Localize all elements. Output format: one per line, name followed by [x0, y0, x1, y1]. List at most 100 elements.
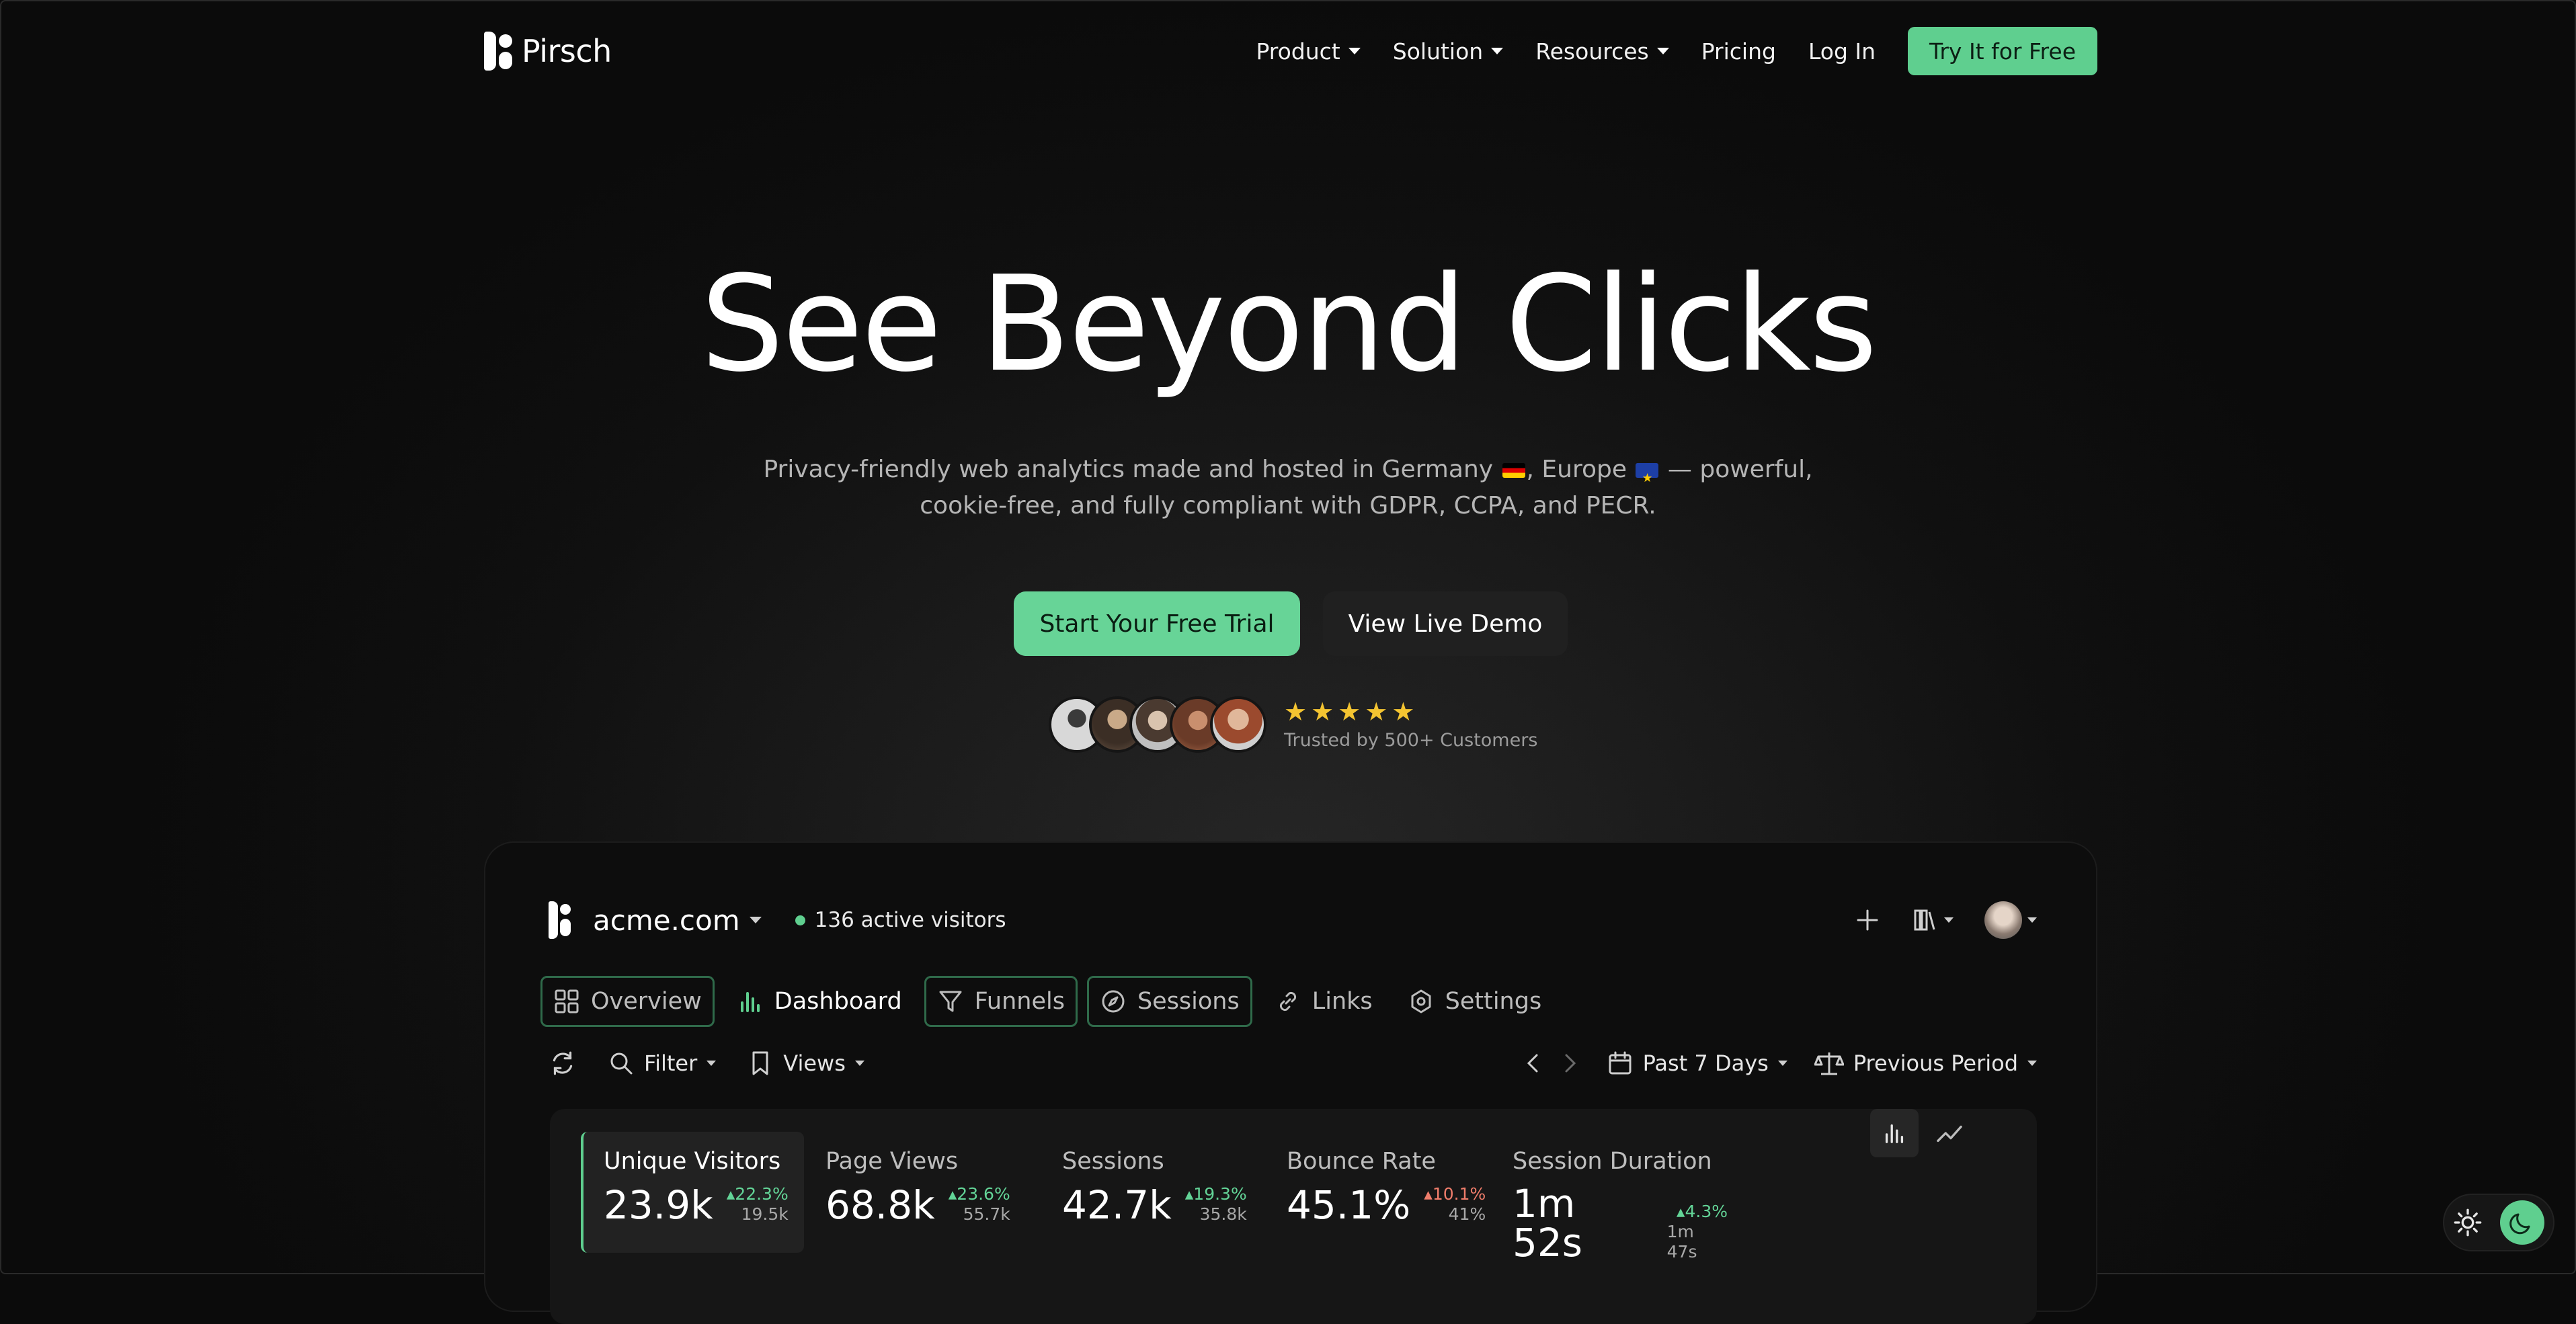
- subtitle-text-3: — powerful,: [1660, 456, 1813, 483]
- live-demo-button[interactable]: View Live Demo: [1323, 591, 1568, 656]
- star-icon: ★: [1365, 696, 1388, 727]
- nav-solution-label: Solution: [1392, 38, 1484, 65]
- next-period-arrow[interactable]: [1560, 1050, 1580, 1077]
- library-icon: [1914, 909, 1935, 931]
- nav-login[interactable]: Log In: [1808, 38, 1876, 65]
- search-icon: [610, 1052, 633, 1075]
- refresh-button[interactable]: [549, 1049, 577, 1077]
- previous-period-arrow[interactable]: [1523, 1050, 1543, 1077]
- chart-type-toggle: [1870, 1109, 1974, 1157]
- tab-sessions-label: Sessions: [1137, 988, 1240, 1015]
- dashboard-preview: acme.com 136 active visitors Overview Da…: [484, 841, 2097, 1324]
- line-chart-icon: [1937, 1125, 1962, 1143]
- tab-links-label: Links: [1312, 988, 1373, 1015]
- tab-sessions[interactable]: Sessions: [1086, 976, 1252, 1027]
- chevron-down-icon: [1777, 1061, 1787, 1066]
- scale-icon: [1814, 1052, 1844, 1075]
- active-visitors-label: 136 active visitors: [814, 908, 1006, 932]
- stat-delta: ▴19.3% 35.8k: [1185, 1184, 1247, 1225]
- calendar-icon: [1609, 1051, 1632, 1075]
- stat-label: Sessions: [1062, 1148, 1164, 1175]
- live-dot-icon: [795, 915, 805, 925]
- compass-icon: [1102, 990, 1125, 1013]
- pirsch-logo-icon: [484, 32, 514, 71]
- site-selector[interactable]: acme.com: [593, 904, 762, 937]
- stat-value: 68.8k: [826, 1182, 935, 1228]
- line-chart-toggle[interactable]: [1925, 1109, 1974, 1157]
- stat-value: 1m 52s: [1513, 1181, 1583, 1266]
- chevron-down-icon: [2027, 917, 2037, 923]
- start-trial-button[interactable]: Start Your Free Trial: [1014, 591, 1300, 656]
- nav-solution[interactable]: Solution: [1392, 38, 1504, 65]
- dashboard-header: acme.com 136 active visitors: [549, 897, 2037, 944]
- period-controls: Past 7 Days Previous Period: [1523, 1050, 2037, 1077]
- library-menu-button[interactable]: [1912, 907, 1954, 934]
- views-button[interactable]: Views: [747, 1050, 864, 1077]
- theme-toggle[interactable]: [2443, 1194, 2554, 1251]
- tab-settings[interactable]: Settings: [1395, 976, 1555, 1027]
- subtitle-text-2: , Europe: [1526, 456, 1627, 483]
- stat-card-bounce-rate[interactable]: Bounce Rate 45.1% ▴10.1% 41%: [1266, 1132, 1488, 1253]
- filter-label: Filter: [644, 1050, 698, 1076]
- stat-previous: 35.8k: [1199, 1204, 1247, 1224]
- user-menu-button[interactable]: [1984, 901, 2037, 939]
- bar-chart-icon: [1885, 1124, 1904, 1143]
- chevron-left-icon: [1527, 1054, 1538, 1073]
- stat-label: Session Duration: [1513, 1148, 1712, 1175]
- site-name: acme.com: [593, 903, 740, 937]
- chevron-down-icon: [1944, 917, 1954, 923]
- stat-previous: 19.5k: [741, 1204, 789, 1224]
- stat-value: 45.1%: [1287, 1182, 1411, 1228]
- hero-title: See Beyond Clicks: [700, 248, 1878, 401]
- stat-value: 42.7k: [1062, 1182, 1172, 1228]
- stat-value: 23.9k: [604, 1182, 713, 1228]
- stat-previous: 41%: [1448, 1204, 1486, 1224]
- chevron-down-icon: [1656, 48, 1669, 54]
- nav-product[interactable]: Product: [1256, 38, 1361, 65]
- dark-mode-active[interactable]: [2500, 1200, 2544, 1245]
- stat-change-value: 23.6%: [957, 1184, 1010, 1204]
- chevron-down-icon: [2027, 1061, 2037, 1066]
- bookmark-icon: [752, 1051, 768, 1075]
- dashboard-actions: [1854, 901, 2037, 939]
- customer-avatars: [1049, 696, 1266, 753]
- avatar: [1210, 696, 1266, 753]
- tab-funnels-label: Funnels: [974, 988, 1065, 1015]
- compare-select[interactable]: Previous Period: [1814, 1050, 2037, 1077]
- tab-funnels[interactable]: Funnels: [924, 976, 1078, 1027]
- social-proof: ★ ★ ★ ★ ★ Trusted by 500+ Customers: [1049, 696, 1537, 753]
- dashboard-toolbar: Filter Views Past 7 Days Previous Period: [549, 1043, 2037, 1083]
- subtitle-text-1: Privacy-friendly web analytics made and …: [763, 456, 1494, 483]
- stat-card-sessions[interactable]: Sessions 42.7k ▴19.3% 35.8k: [1042, 1132, 1264, 1253]
- tab-overview[interactable]: Overview: [540, 976, 715, 1027]
- hero-subtitle: Privacy-friendly web analytics made and …: [739, 452, 1837, 524]
- chevron-down-icon: [1491, 48, 1504, 54]
- stat-label: Unique Visitors: [604, 1148, 781, 1175]
- germany-flag-icon: [1502, 463, 1525, 478]
- tab-dashboard[interactable]: Dashboard: [724, 976, 915, 1027]
- stat-card-unique-visitors[interactable]: Unique Visitors 23.9k ▴22.3% 19.5k: [581, 1132, 804, 1253]
- filter-button[interactable]: Filter: [608, 1050, 717, 1077]
- stat-card-session-duration[interactable]: Session Duration 1m 52s ▴4.3% 1m 47s: [1492, 1132, 1748, 1262]
- date-range-select[interactable]: Past 7 Days: [1607, 1050, 1787, 1077]
- nav-resources[interactable]: Resources: [1535, 38, 1669, 65]
- brand-logo[interactable]: Pirsch: [484, 32, 612, 71]
- avatar: [1984, 901, 2022, 939]
- subtitle-text-4: cookie-free, and fully compliant with GD…: [920, 492, 1656, 520]
- sun-icon: [2454, 1208, 2482, 1237]
- star-rating: ★ ★ ★ ★ ★: [1284, 699, 1537, 725]
- bar-chart-toggle[interactable]: [1870, 1109, 1919, 1157]
- stat-label: Page Views: [826, 1148, 959, 1175]
- stat-change: ▴10.1%: [1424, 1184, 1486, 1204]
- hero-cta-row: Start Your Free Trial View Live Demo: [1014, 591, 1568, 656]
- stat-change-value: 10.1%: [1432, 1184, 1486, 1204]
- tab-links[interactable]: Links: [1262, 976, 1385, 1027]
- try-free-button[interactable]: Try It for Free: [1908, 27, 2097, 75]
- active-visitors[interactable]: 136 active visitors: [795, 908, 1006, 932]
- views-label: Views: [783, 1050, 846, 1076]
- nav-pricing[interactable]: Pricing: [1701, 38, 1776, 65]
- add-button[interactable]: [1854, 907, 1881, 934]
- stat-change: ▴4.3%: [1676, 1202, 1728, 1221]
- chevron-down-icon: [1348, 48, 1361, 54]
- stat-card-page-views[interactable]: Page Views 68.8k ▴23.6% 55.7k: [805, 1132, 1027, 1253]
